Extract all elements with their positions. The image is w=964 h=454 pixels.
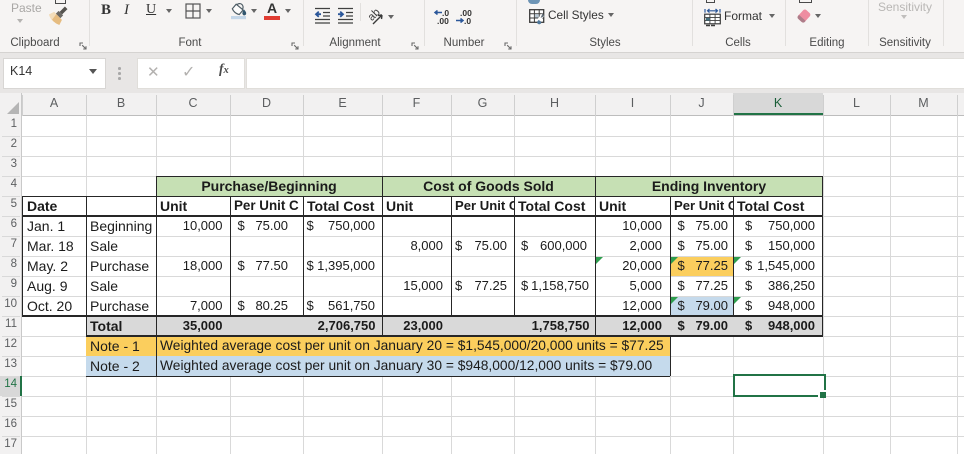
svg-text:.00: .00 bbox=[437, 16, 449, 25]
svg-text:.0: .0 bbox=[464, 16, 471, 25]
